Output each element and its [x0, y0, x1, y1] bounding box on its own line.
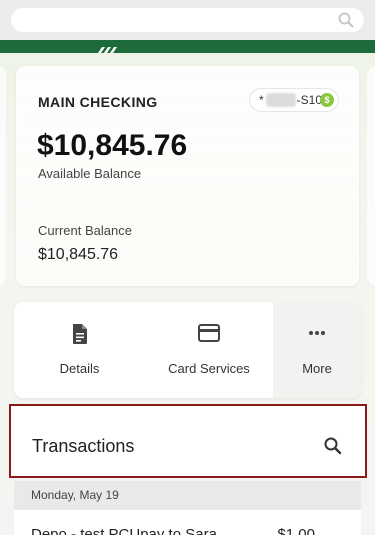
previous-account-card[interactable] [0, 66, 6, 286]
document-icon [71, 323, 89, 350]
card-services-label: Card Services [168, 361, 250, 376]
available-balance: $10,845.76 [37, 129, 188, 162]
masked-account-number [265, 93, 296, 107]
transaction-date: Monday, May 19 [31, 488, 119, 502]
account-card[interactable]: MAIN CHECKING * -S10 $ $10,845.76 Availa… [16, 66, 359, 286]
account-name: MAIN CHECKING [38, 94, 158, 110]
more-label: More [302, 361, 332, 376]
transaction-row[interactable]: Depo - test PCUpay to Sara $1.00 [14, 510, 361, 535]
account-actions: Details Card Services More [14, 302, 361, 398]
details-label: Details [59, 361, 100, 376]
transactions-header: Transactions [9, 404, 367, 478]
details-button[interactable]: Details [14, 302, 145, 398]
transactions-header-panel: Transactions [13, 408, 363, 474]
credit-card-icon [197, 323, 221, 348]
brand-header [0, 40, 375, 53]
available-balance-label: Available Balance [38, 166, 142, 181]
dollar-icon: $ [320, 93, 334, 107]
transaction-date-header: Monday, May 19 [14, 481, 361, 510]
account-number-prefix: * [259, 93, 264, 107]
current-balance: $10,845.76 [38, 246, 119, 263]
account-number-badge: * -S10 $ [250, 89, 338, 111]
account-number-suffix: -S10 [296, 93, 323, 107]
search-input[interactable] [11, 8, 364, 32]
search-icon[interactable] [338, 12, 354, 33]
search-transactions-icon[interactable] [323, 436, 343, 461]
brand-logo-icon [98, 40, 118, 58]
transactions-title: Transactions [32, 436, 135, 456]
current-balance-label: Current Balance [38, 223, 132, 238]
transaction-description: Depo - test PCUpay to Sara [31, 526, 217, 535]
transaction-amount: $1.00 [277, 526, 315, 535]
top-bar [0, 0, 375, 40]
more-dots-icon [307, 323, 327, 348]
more-button[interactable]: More [273, 302, 361, 398]
next-account-card[interactable] [367, 66, 375, 286]
card-services-button[interactable]: Card Services [145, 302, 273, 398]
